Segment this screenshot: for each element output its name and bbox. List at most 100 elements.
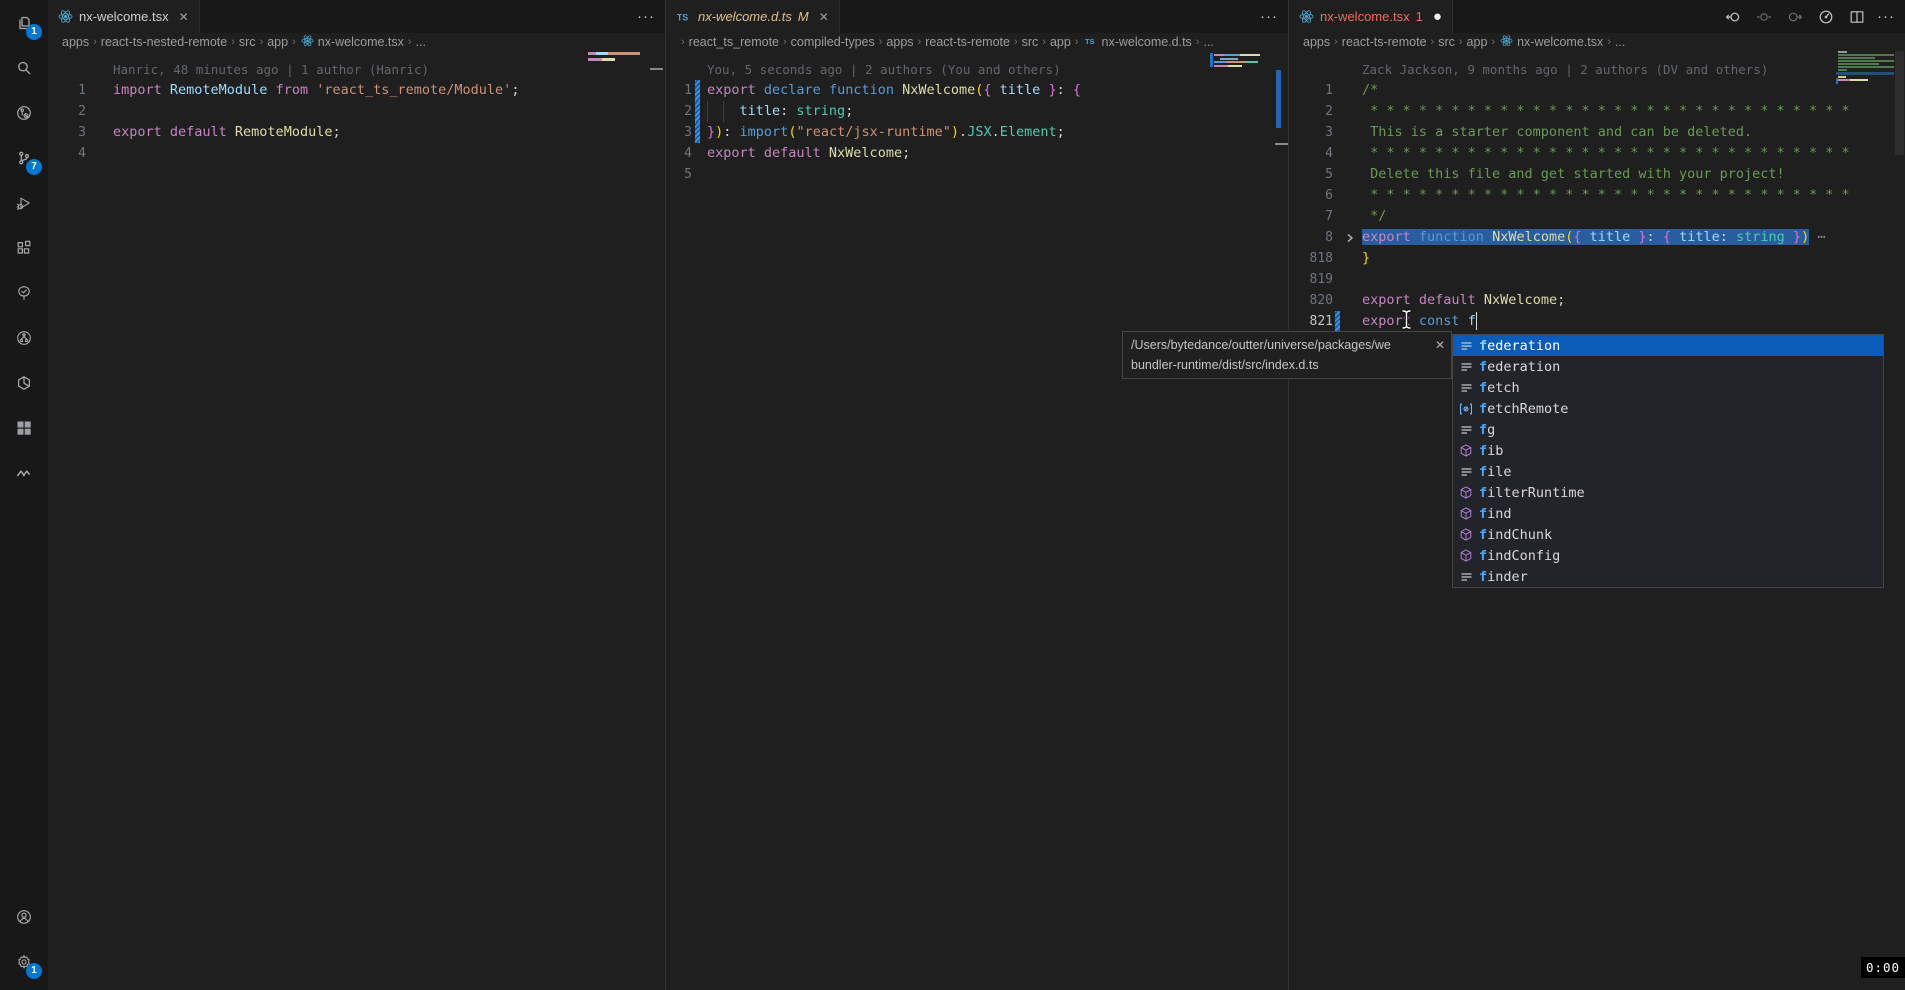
recording-timer-badge: 0:00 <box>1861 957 1905 978</box>
more-actions-icon[interactable]: ··· <box>1260 8 1278 25</box>
breadcrumb-item[interactable]: compiled-types <box>791 35 875 49</box>
breadcrumb-item[interactable]: ... <box>1615 35 1625 49</box>
activity-squiggle-icon[interactable] <box>0 450 48 495</box>
code-line[interactable]: 4 <box>48 143 665 164</box>
suggest-item[interactable]: finder <box>1453 566 1883 587</box>
code-line[interactable]: 819 <box>1289 269 1905 290</box>
suggest-label: federation <box>1479 359 1560 375</box>
suggest-item[interactable]: findChunk <box>1453 524 1883 545</box>
breadcrumb-item[interactable]: src <box>1438 35 1455 49</box>
split-editor-icon[interactable] <box>1846 6 1868 28</box>
vscode-workbench: 17 1 nx-welcome.tsx✕···apps›react-ts-nes… <box>0 0 1905 990</box>
change-icon[interactable] <box>1753 6 1775 28</box>
prev-change-icon[interactable] <box>1722 6 1744 28</box>
code-line[interactable]: 1/* <box>1289 80 1905 101</box>
gutter-decorations <box>1333 185 1362 206</box>
activity-extensions-icon[interactable] <box>0 225 48 270</box>
more-actions-icon[interactable]: ··· <box>1877 8 1895 25</box>
breadcrumb-item[interactable]: src <box>239 35 256 49</box>
code-line[interactable]: 821export const f <box>1289 311 1905 332</box>
activity-project-grid-icon[interactable] <box>0 405 48 450</box>
tab-close-icon[interactable]: ✕ <box>819 10 829 24</box>
fold-chevron-icon[interactable] <box>1345 229 1355 250</box>
activity-explorer-icon[interactable]: 1 <box>0 0 48 45</box>
activity-nx-console-icon[interactable] <box>0 360 48 405</box>
code-line[interactable]: 2 * * * * * * * * * * * * * * * * * * * … <box>1289 101 1905 122</box>
tab-close-icon[interactable]: ✕ <box>179 10 189 24</box>
blame-annotation: You, 5 seconds ago | 2 authors (You and … <box>707 59 1288 80</box>
breadcrumb-item[interactable]: apps <box>62 35 89 49</box>
tab-bar-left: nx-welcome.tsx✕ ··· <box>48 0 665 33</box>
activity-settings-icon[interactable]: 1 <box>0 939 48 984</box>
line-number: 5 <box>1289 164 1333 185</box>
breadcrumb-item[interactable]: apps <box>886 35 913 49</box>
activity-todo-tree-icon[interactable] <box>0 270 48 315</box>
breadcrumb-item[interactable]: nx-welcome.tsx <box>1499 33 1603 51</box>
activity-accounts-icon[interactable] <box>0 894 48 939</box>
tab-bar-middle: TSnx-welcome.d.tsM✕ ··· <box>666 0 1288 33</box>
code-line[interactable]: 4export default NxWelcome; <box>666 143 1288 164</box>
tab-nx-welcome.tsx[interactable]: nx-welcome.tsx✕ <box>48 0 200 33</box>
activity-gitlens-icon[interactable] <box>0 90 48 135</box>
suggest-item[interactable]: federation <box>1453 335 1883 356</box>
code-line[interactable]: 7 */ <box>1289 206 1905 227</box>
suggest-item[interactable]: file <box>1453 461 1883 482</box>
minimap-mark <box>1838 79 1868 81</box>
activity-run-debug-icon[interactable] <box>0 180 48 225</box>
activity-git-graph-icon[interactable] <box>0 315 48 360</box>
breadcrumb-item[interactable]: TSnx-welcome.d.ts <box>1083 34 1192 51</box>
scrollbar-slider[interactable] <box>1895 51 1904 155</box>
activity-source-control-icon[interactable]: 7 <box>0 135 48 180</box>
suggest-item[interactable]: filterRuntime <box>1453 482 1883 503</box>
gutter-decorations <box>1333 101 1362 122</box>
code-line[interactable]: 5 <box>666 164 1288 185</box>
breadcrumb-item[interactable]: nx-welcome.tsx <box>300 33 404 51</box>
suggest-item[interactable]: findConfig <box>1453 545 1883 566</box>
breadcrumb-label: apps <box>1303 35 1330 49</box>
breadcrumb-item[interactable]: react_ts_remote <box>689 35 779 49</box>
breadcrumb-separator: › <box>291 36 297 48</box>
breadcrumb-item[interactable]: app <box>1050 35 1071 49</box>
code-line[interactable]: 3export default RemoteModule; <box>48 122 665 143</box>
more-actions-icon[interactable]: ··· <box>637 8 655 25</box>
breadcrumb-item[interactable]: react-ts-nested-remote <box>101 35 227 49</box>
suggest-item[interactable]: fetch <box>1453 377 1883 398</box>
breadcrumb-item[interactable]: ... <box>1203 35 1213 49</box>
code-line[interactable]: 8export function NxWelcome({ title }: { … <box>1289 227 1905 248</box>
code-line[interactable]: 1import RemoteModule from 'react_ts_remo… <box>48 80 665 101</box>
tooltip-close-icon[interactable]: ✕ <box>1435 335 1445 355</box>
line-number: 820 <box>1289 290 1333 311</box>
code-line[interactable]: 2 <box>48 101 665 122</box>
timeline-icon[interactable] <box>1815 6 1837 28</box>
code-line[interactable]: 820export default NxWelcome; <box>1289 290 1905 311</box>
suggest-item[interactable]: fg <box>1453 419 1883 440</box>
breadcrumb-item[interactable]: react-ts-remote <box>925 35 1010 49</box>
code-line[interactable]: 5 Delete this file and get started with … <box>1289 164 1905 185</box>
breadcrumb-item[interactable]: ... <box>416 35 426 49</box>
suggest-label: find <box>1479 506 1512 522</box>
line-number: 3 <box>48 122 86 143</box>
suggest-item[interactable]: find <box>1453 503 1883 524</box>
code-line[interactable]: 6 * * * * * * * * * * * * * * * * * * * … <box>1289 185 1905 206</box>
tab-nx-welcome.d.ts[interactable]: TSnx-welcome.d.tsM✕ <box>666 0 840 33</box>
code-line[interactable]: 2 title: string; <box>666 101 1288 122</box>
breadcrumb-label: src <box>239 35 256 49</box>
activity-search-icon[interactable] <box>0 45 48 90</box>
breadcrumb-item[interactable]: app <box>267 35 288 49</box>
editor-actions-right: ··· <box>1722 0 1905 33</box>
breadcrumb-item[interactable]: apps <box>1303 35 1330 49</box>
suggest-item[interactable]: federation <box>1453 356 1883 377</box>
suggest-item[interactable]: fetchRemote <box>1453 398 1883 419</box>
suggest-item[interactable]: fib <box>1453 440 1883 461</box>
code-line[interactable]: 4 * * * * * * * * * * * * * * * * * * * … <box>1289 143 1905 164</box>
blame-row: Hanric, 48 minutes ago | 1 author (Hanri… <box>48 59 665 80</box>
code-line[interactable]: 1export declare function NxWelcome({ tit… <box>666 80 1288 101</box>
code-line[interactable]: 818} <box>1289 248 1905 269</box>
tab-nx-welcome.tsx[interactable]: nx-welcome.tsx1● <box>1289 0 1453 33</box>
code-line[interactable]: 3 This is a starter component and can be… <box>1289 122 1905 143</box>
breadcrumb-item[interactable]: react-ts-remote <box>1342 35 1427 49</box>
breadcrumb-item[interactable]: app <box>1467 35 1488 49</box>
next-change-icon[interactable] <box>1784 6 1806 28</box>
code-line[interactable]: 3}): import("react/jsx-runtime").JSX.Ele… <box>666 122 1288 143</box>
breadcrumb-item[interactable]: src <box>1022 35 1039 49</box>
